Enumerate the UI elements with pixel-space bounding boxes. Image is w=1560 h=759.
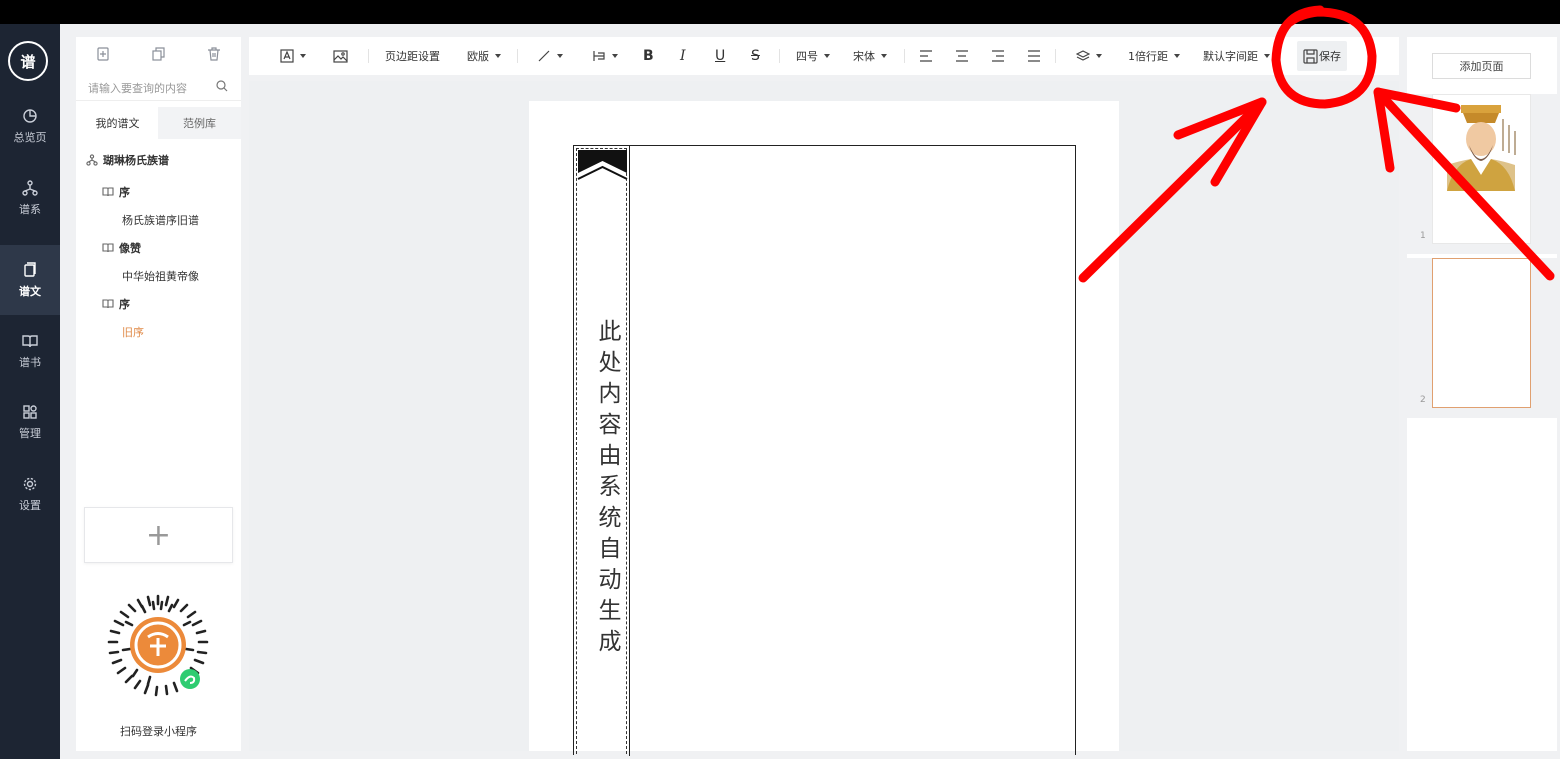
thumbnail-row-selected: 2 — [1407, 258, 1557, 418]
justify-button[interactable] — [1027, 37, 1041, 75]
copy-icon[interactable] — [152, 46, 166, 61]
layout-dropdown[interactable]: 欧版 — [467, 37, 501, 75]
nav-item-label: 管理 — [19, 426, 41, 440]
page-thumbnail[interactable]: 1 — [1420, 94, 1531, 244]
letter-spacing-dropdown[interactable]: 默认字间距 — [1203, 37, 1270, 75]
save-button[interactable]: 保存 — [1297, 41, 1347, 71]
tree-node-portraits[interactable]: 像赞 — [102, 240, 141, 256]
tree-leaf-selected[interactable]: 旧序 — [122, 324, 144, 340]
nav-item-settings[interactable]: 设置 — [0, 459, 60, 529]
align-center-button[interactable] — [955, 37, 969, 75]
tree-leaf[interactable]: 杨氏族谱序旧谱 — [122, 212, 199, 228]
toolbar-divider — [517, 49, 518, 63]
page-frame: 此处内容由系统自动生成 — [573, 145, 1076, 756]
insert-image-button[interactable] — [333, 37, 348, 75]
layer-dropdown[interactable] — [1076, 37, 1102, 75]
book-icon — [22, 334, 38, 347]
nav-item-label: 总览页 — [13, 130, 47, 144]
tree-icon — [22, 179, 38, 196]
tree-leaf[interactable]: 中华始祖黄帝像 — [122, 268, 199, 284]
line-icon — [538, 50, 550, 62]
page-thumbnails-panel: 添加页面 1 2 — [1407, 37, 1557, 751]
border-tool[interactable] — [592, 37, 618, 75]
text-box-tool[interactable] — [280, 37, 306, 75]
align-left-button[interactable] — [919, 37, 933, 75]
spine-placeholder-text: 此处内容由系统自动生成 — [594, 319, 620, 660]
thumbnail-number: 2 — [1420, 395, 1426, 405]
tree-node-preface-2[interactable]: 序 — [102, 296, 130, 312]
add-file-icon[interactable] — [96, 46, 110, 61]
margin-settings-button[interactable]: 页边距设置 — [385, 37, 440, 75]
book-icon — [102, 243, 114, 253]
align-right-button[interactable] — [991, 37, 1005, 75]
nav-item-manage[interactable]: 管理 — [0, 387, 60, 457]
spine-inner-border: 此处内容由系统自动生成 — [576, 148, 628, 754]
document-icon — [24, 261, 36, 277]
strikethrough-button[interactable]: S — [751, 37, 760, 75]
thumbnail-row: 1 — [1407, 94, 1557, 254]
font-size-dropdown[interactable]: 四号 — [796, 37, 830, 75]
mini-program-qr-code[interactable] — [104, 592, 212, 700]
bold-button[interactable]: B — [643, 37, 654, 75]
app-window: 谱 总览页 谱系 谱文 谱书 管理 设置 请输入要查询的内容 我的谱文 范例库 … — [0, 24, 1560, 759]
text-tree-panel: 我的谱文 范例库 瑚琳杨氏族谱 序 杨氏族谱序旧谱 像赞 中华始祖黄帝像 序 旧… — [76, 37, 241, 751]
add-text-button[interactable]: + — [84, 507, 233, 563]
pie-chart-icon — [23, 108, 37, 123]
align-center-icon — [956, 50, 968, 62]
save-icon — [1303, 48, 1318, 64]
panel-actions — [76, 37, 241, 69]
nav-item-books[interactable]: 谱书 — [0, 316, 60, 386]
nav-item-overview[interactable]: 总览页 — [0, 91, 60, 161]
gear-icon — [23, 477, 37, 490]
toolbar-divider — [779, 49, 780, 63]
tree-icon — [86, 154, 98, 166]
tree-node-preface[interactable]: 序 — [102, 184, 130, 200]
layers-icon — [1076, 50, 1090, 61]
toolbar-divider — [368, 49, 369, 63]
justify-icon — [1028, 50, 1040, 62]
italic-button[interactable]: I — [680, 37, 686, 75]
nav-item-label: 谱书 — [19, 355, 41, 369]
document-page[interactable]: 此处内容由系统自动生成 — [529, 101, 1119, 756]
qr-caption: 扫码登录小程序 — [120, 725, 197, 738]
underline-button[interactable]: U — [715, 37, 725, 75]
line-spacing-dropdown[interactable]: 1倍行距 — [1128, 37, 1180, 75]
main-nav: 谱 总览页 谱系 谱文 谱书 管理 设置 — [0, 24, 60, 759]
page-thumbnail-selected[interactable]: 2 — [1420, 258, 1531, 408]
thumbnail-number: 1 — [1420, 231, 1426, 241]
tab-my-texts[interactable]: 我的谱文 — [76, 107, 159, 139]
app-logo[interactable]: 谱 — [8, 41, 48, 81]
page-spine: 此处内容由系统自动生成 — [574, 146, 630, 756]
nav-item-label: 设置 — [19, 498, 41, 512]
book-icon — [102, 299, 114, 309]
add-page-button[interactable]: 添加页面 — [1432, 53, 1531, 79]
tree-root[interactable]: 瑚琳杨氏族谱 — [86, 152, 169, 168]
search-input[interactable] — [88, 79, 213, 97]
font-family-dropdown[interactable]: 宋体 — [853, 37, 887, 75]
nav-item-label: 谱文 — [19, 284, 41, 298]
tab-examples[interactable]: 范例库 — [158, 107, 241, 139]
image-icon — [333, 49, 348, 63]
border-icon — [593, 51, 605, 61]
nav-item-lineage[interactable]: 谱系 — [0, 163, 60, 233]
toolbar-divider — [1055, 49, 1056, 63]
nav-item-texts[interactable]: 谱文 — [0, 245, 60, 315]
trash-icon[interactable] — [207, 46, 221, 61]
align-left-icon — [920, 50, 932, 62]
editor-toolbar: 页边距设置 欧版 B I U S 四号 宋体 1倍行距 默认字间距 保存 — [249, 37, 1399, 75]
screen-top-bar — [0, 0, 1560, 24]
toolbar-divider — [904, 49, 905, 63]
grid-icon — [23, 404, 37, 419]
search-icon[interactable] — [216, 80, 228, 92]
text-box-icon — [280, 49, 294, 63]
panel-tabs: 我的谱文 范例库 — [76, 107, 241, 139]
line-tool[interactable] — [537, 37, 563, 75]
editor-canvas: 此处内容由系统自动生成 — [249, 81, 1399, 756]
emperor-portrait-image — [1433, 95, 1530, 243]
nav-item-label: 谱系 — [19, 202, 41, 216]
book-icon — [102, 187, 114, 197]
align-right-icon — [992, 50, 1004, 62]
search-bar — [76, 73, 241, 101]
